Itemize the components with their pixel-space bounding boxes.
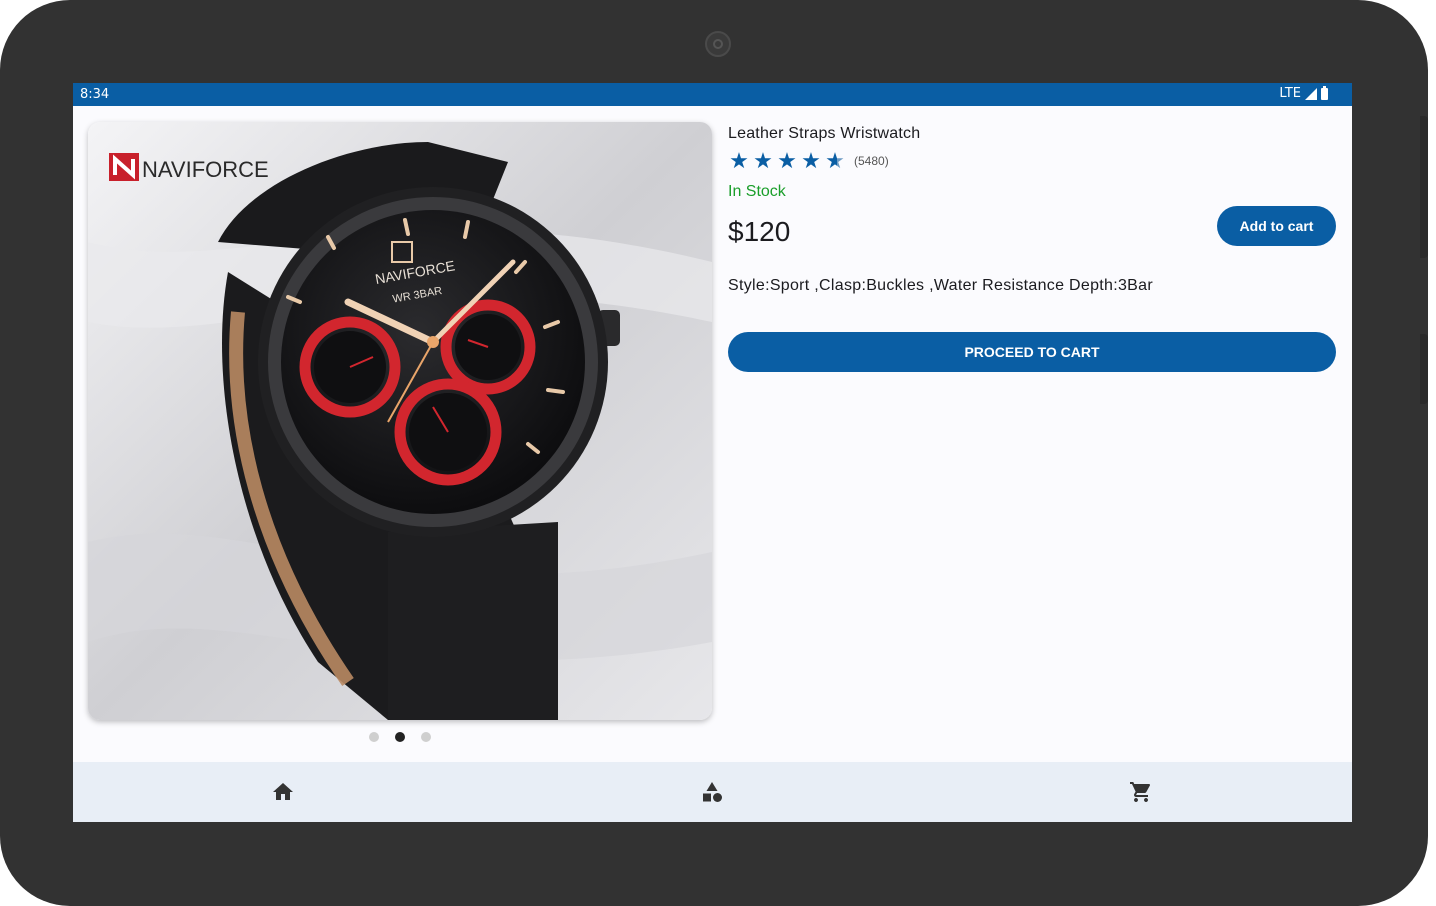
carousel-indicator <box>369 732 431 742</box>
naviforce-logo: NAVIFORCE <box>109 153 269 182</box>
star-icon: ★ <box>753 148 773 173</box>
cart-icon <box>1130 782 1151 802</box>
product-details: Leather Straps Wristwatch ★ ★ ★ ★ ★ (548… <box>728 83 1338 763</box>
stock-status: In Stock <box>728 183 786 200</box>
proceed-to-cart-button[interactable]: PROCEED TO CART <box>728 332 1336 372</box>
power-button <box>1420 334 1428 404</box>
bottom-navigation <box>73 762 1352 822</box>
carousel-dot-active[interactable] <box>395 732 405 742</box>
star-icon: ★ <box>801 148 821 173</box>
star-icon: ★ <box>729 148 749 173</box>
star-icon: ★ <box>777 148 797 173</box>
category-icon <box>703 782 722 802</box>
half-star-icon: ★ <box>825 148 845 173</box>
nav-categories[interactable] <box>700 780 724 804</box>
front-camera <box>705 31 731 57</box>
home-icon <box>273 783 293 800</box>
nav-home[interactable] <box>271 780 295 804</box>
volume-button <box>1420 116 1428 258</box>
app-screen: 8:34 LTE NAVIFORCE NAVIFORCE WR 3BAR Lea… <box>73 83 1352 822</box>
product-description: Style:Sport ,Clasp:Buckles ,Water Resist… <box>728 277 1153 294</box>
carousel-dot[interactable] <box>369 732 379 742</box>
add-to-cart-button[interactable]: Add to cart <box>1217 206 1336 246</box>
nav-cart[interactable] <box>1129 780 1153 804</box>
svg-text:NAVIFORCE: NAVIFORCE <box>142 157 269 182</box>
carousel-dot[interactable] <box>421 732 431 742</box>
product-price: $120 <box>728 216 791 247</box>
product-title: Leather Straps Wristwatch <box>728 125 921 142</box>
tablet-frame: 8:34 LTE NAVIFORCE NAVIFORCE WR 3BAR Lea… <box>0 0 1428 906</box>
product-image[interactable]: NAVIFORCE NAVIFORCE WR 3BAR <box>88 122 712 720</box>
status-time: 8:34 <box>80 87 110 102</box>
rating: ★ ★ ★ ★ ★ (5480) <box>728 150 889 172</box>
review-count: (5480) <box>854 154 889 168</box>
